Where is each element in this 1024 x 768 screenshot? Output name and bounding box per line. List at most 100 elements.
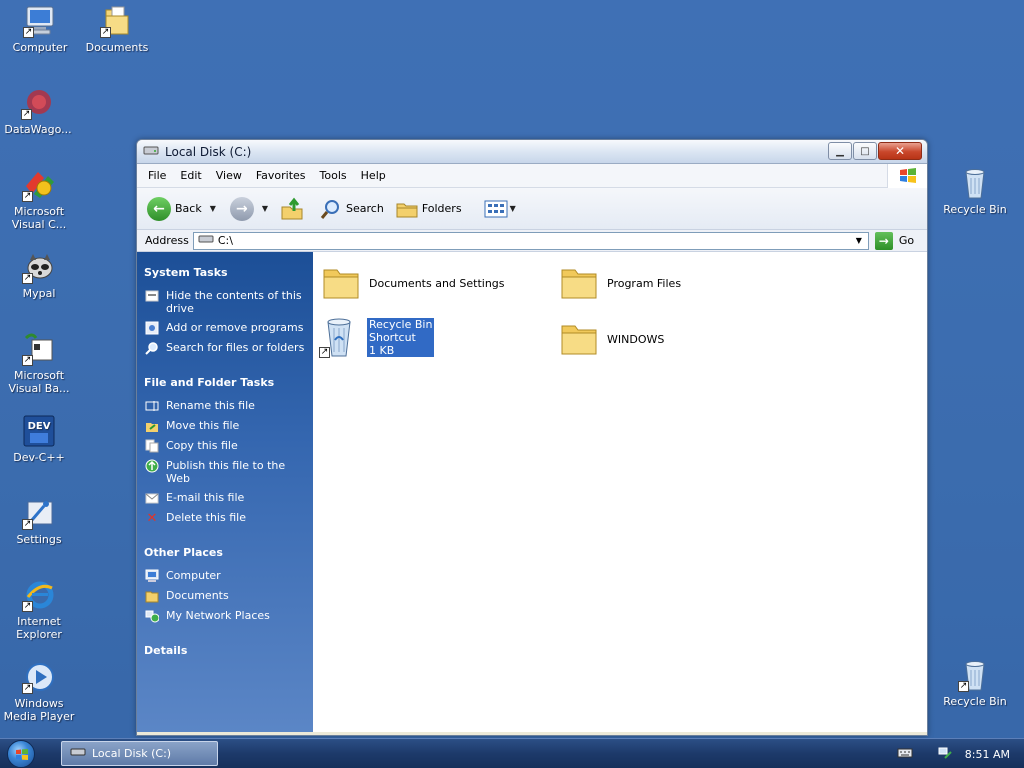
menu-bar: File Edit View Favorites Tools Help	[137, 164, 927, 188]
taskbar-item-local-disk[interactable]: Local Disk (C:)	[61, 741, 218, 766]
file-size: 1 KB	[369, 343, 395, 357]
shortcut-arrow-icon: ↗	[100, 27, 111, 38]
delete-icon: ✕	[146, 510, 158, 526]
file-selected-label: Recycle Bin Shortcut 1 KB	[367, 317, 435, 357]
task-rename-file[interactable]: Rename this file	[144, 399, 305, 413]
back-button[interactable]: ← Back ▼	[147, 196, 216, 221]
desktop-icon-internet-explorer[interactable]: ↗ Internet Explorer	[1, 578, 77, 641]
task-hide-drive-contents[interactable]: Hide the contents of this drive	[144, 289, 305, 315]
windows-flag-icon	[16, 749, 28, 760]
drive-icon	[143, 144, 159, 159]
views-dropdown-icon[interactable]: ▼	[510, 204, 516, 213]
menu-view[interactable]: View	[209, 166, 249, 185]
file-name: WINDOWS	[607, 332, 665, 346]
address-input[interactable]: C:\ ▼	[192, 231, 869, 250]
system-tray: 8:51 AM	[897, 739, 1024, 768]
file-folder-tasks-heading[interactable]: File and Folder Tasks	[144, 376, 305, 389]
file-item-program-files[interactable]: Program Files	[559, 262, 681, 304]
address-label: Address	[145, 234, 189, 247]
desktop-icon-settings[interactable]: ↗ Settings	[1, 496, 77, 546]
desktop-icon-documents[interactable]: ↗ Documents	[79, 4, 155, 54]
folders-icon	[396, 203, 418, 217]
menu-favorites[interactable]: Favorites	[249, 166, 313, 185]
desktop-icon-datawagon[interactable]: ↗ DataWago...	[0, 86, 76, 136]
shortcut-arrow-icon: ↗	[22, 519, 33, 530]
task-copy-file[interactable]: Copy this file	[144, 439, 305, 453]
place-computer[interactable]: Computer	[144, 569, 305, 583]
minimize-icon: ▁	[836, 145, 844, 157]
task-delete-file[interactable]: ✕ Delete this file	[144, 511, 305, 525]
place-network[interactable]: My Network Places	[144, 609, 305, 623]
address-dropdown-icon[interactable]: ▼	[852, 234, 866, 248]
file-item-recycle-bin-shortcut[interactable]: ↗ Recycle Bin Shortcut 1 KB	[319, 316, 435, 358]
task-publish-file-web[interactable]: Publish this file to the Web	[144, 459, 305, 485]
desktop-icon-computer[interactable]: ↗ Computer	[2, 4, 78, 54]
shortcut-arrow-icon: ↗	[21, 109, 32, 120]
desktop-icon-recycle-bin-shortcut[interactable]: ↗ Recycle Bin	[937, 658, 1013, 708]
maximize-button[interactable]: □	[853, 142, 877, 160]
views-button[interactable]: ▼	[484, 199, 516, 219]
file-name: Documents and Settings	[369, 276, 505, 290]
system-tasks-heading[interactable]: System Tasks	[144, 266, 305, 279]
file-item-documents-and-settings[interactable]: Documents and Settings	[321, 262, 505, 304]
desktop-icon-recycle-bin[interactable]: Recycle Bin	[937, 166, 1013, 216]
desktop-icon-label: Mypal	[22, 287, 56, 300]
minimize-button[interactable]: ▁	[828, 142, 852, 160]
place-label: My Network Places	[166, 609, 270, 622]
shortcut-arrow-icon: ↗	[23, 27, 34, 38]
desktop-icon-label: Recycle Bin	[943, 203, 1007, 216]
back-label: Back	[175, 202, 202, 215]
window-titlebar[interactable]: Local Disk (C:) ▁ □ ✕	[137, 140, 927, 164]
go-arrow-icon: →	[874, 231, 893, 250]
up-folder-button[interactable]	[280, 197, 304, 221]
documents-folder-icon: ↗	[100, 4, 134, 38]
file-list[interactable]: Documents and Settings Program Files ↗ R…	[313, 252, 927, 732]
desktop-icon-label: Internet Explorer	[16, 615, 62, 641]
task-add-remove-programs[interactable]: Add or remove programs	[144, 321, 305, 335]
task-search-files[interactable]: Search for files or folders	[144, 341, 305, 355]
desktop-icon-devcpp[interactable]: DEV Dev-C++	[1, 414, 77, 464]
details-heading[interactable]: Details	[144, 644, 305, 657]
email-icon	[144, 491, 160, 505]
task-label: Search for files or folders	[166, 341, 305, 354]
network-places-icon	[144, 609, 160, 623]
desktop-icon-visual-c[interactable]: ↗ Microsoft Visual C...	[1, 168, 77, 231]
search-button[interactable]: Search	[320, 198, 384, 220]
desktop-icon-media-player[interactable]: ↗ Windows Media Player	[1, 660, 77, 723]
place-documents[interactable]: Documents	[144, 589, 305, 603]
clock[interactable]: 8:51 AM	[965, 748, 1010, 761]
explorer-window[interactable]: Local Disk (C:) ▁ □ ✕ File Edit View Fav…	[136, 139, 928, 736]
folder-icon	[559, 318, 599, 360]
file-item-windows[interactable]: WINDOWS	[559, 318, 664, 360]
forward-dropdown-icon[interactable]: ▼	[262, 204, 268, 213]
menu-edit[interactable]: Edit	[173, 166, 208, 185]
close-button[interactable]: ✕	[878, 142, 922, 160]
menu-tools[interactable]: Tools	[313, 166, 354, 185]
file-type: Shortcut	[369, 330, 416, 344]
go-button[interactable]: → Go	[874, 231, 914, 250]
task-email-file[interactable]: E-mail this file	[144, 491, 305, 505]
menu-file[interactable]: File	[141, 166, 173, 185]
desktop-icon-mypal[interactable]: ↗ Mypal	[1, 250, 77, 300]
documents-folder-icon	[144, 589, 160, 603]
folders-button[interactable]: Folders	[396, 199, 462, 219]
network-icon[interactable]	[937, 746, 953, 763]
back-arrow-icon: ←	[147, 196, 171, 221]
task-move-file[interactable]: Move this file	[144, 419, 305, 433]
desktop-icon-visual-basic[interactable]: ↗ Microsoft Visual Ba...	[1, 332, 77, 395]
forward-button[interactable]: → ▼	[229, 196, 268, 221]
address-bar: Address C:\ ▼ → Go	[137, 230, 927, 252]
desktop-icon-label: Windows Media Player	[3, 697, 75, 723]
task-label: E-mail this file	[166, 491, 245, 504]
keyboard-icon[interactable]	[897, 748, 913, 761]
desktop-icon-label: Recycle Bin	[943, 695, 1007, 708]
window-body: System Tasks Hide the contents of this d…	[137, 252, 927, 732]
back-dropdown-icon[interactable]: ▼	[210, 204, 216, 213]
task-pane: System Tasks Hide the contents of this d…	[137, 252, 313, 732]
taskbar-item-label: Local Disk (C:)	[92, 747, 172, 760]
close-icon: ✕	[894, 144, 906, 158]
toolbar: ← Back ▼ → ▼ Search Folders ▼	[137, 188, 927, 230]
menu-help[interactable]: Help	[354, 166, 393, 185]
other-places-heading[interactable]: Other Places	[144, 546, 305, 559]
start-button[interactable]	[7, 740, 35, 768]
